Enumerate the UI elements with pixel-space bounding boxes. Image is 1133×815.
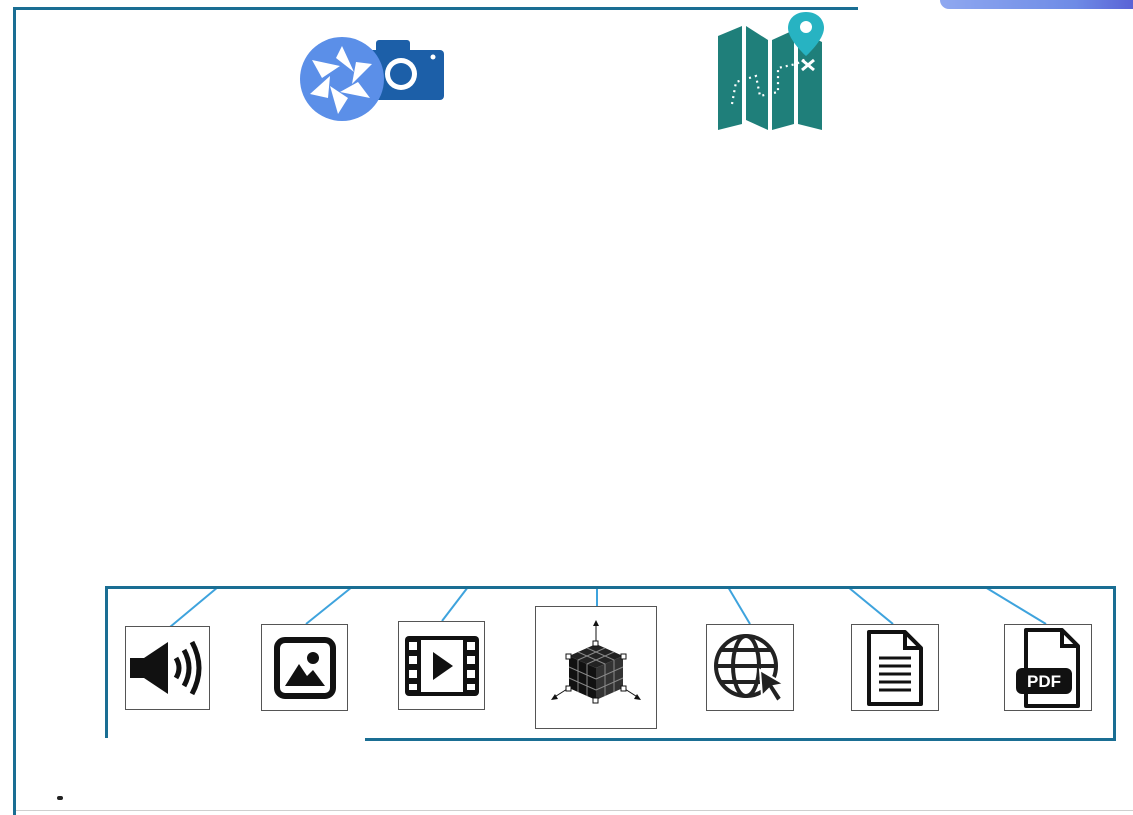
camera-icon[interactable] [300, 36, 446, 122]
corner-tab [940, 0, 1133, 9]
web-link-icon[interactable] [706, 624, 794, 711]
map-icon[interactable] [716, 12, 826, 132]
document-icon[interactable] [851, 624, 939, 711]
image-icon[interactable] [261, 624, 348, 711]
white-patch [43, 738, 365, 803]
3d-model-icon[interactable] [535, 606, 657, 729]
pdf-icon[interactable]: PDF [1004, 624, 1092, 711]
audio-icon[interactable] [125, 626, 210, 710]
corner-mark [57, 796, 63, 800]
pdf-label: PDF [1027, 672, 1061, 691]
video-icon[interactable] [398, 621, 485, 710]
bottom-rule [16, 810, 1133, 811]
frame-top-border [13, 7, 858, 10]
frame-left-border [13, 7, 16, 815]
